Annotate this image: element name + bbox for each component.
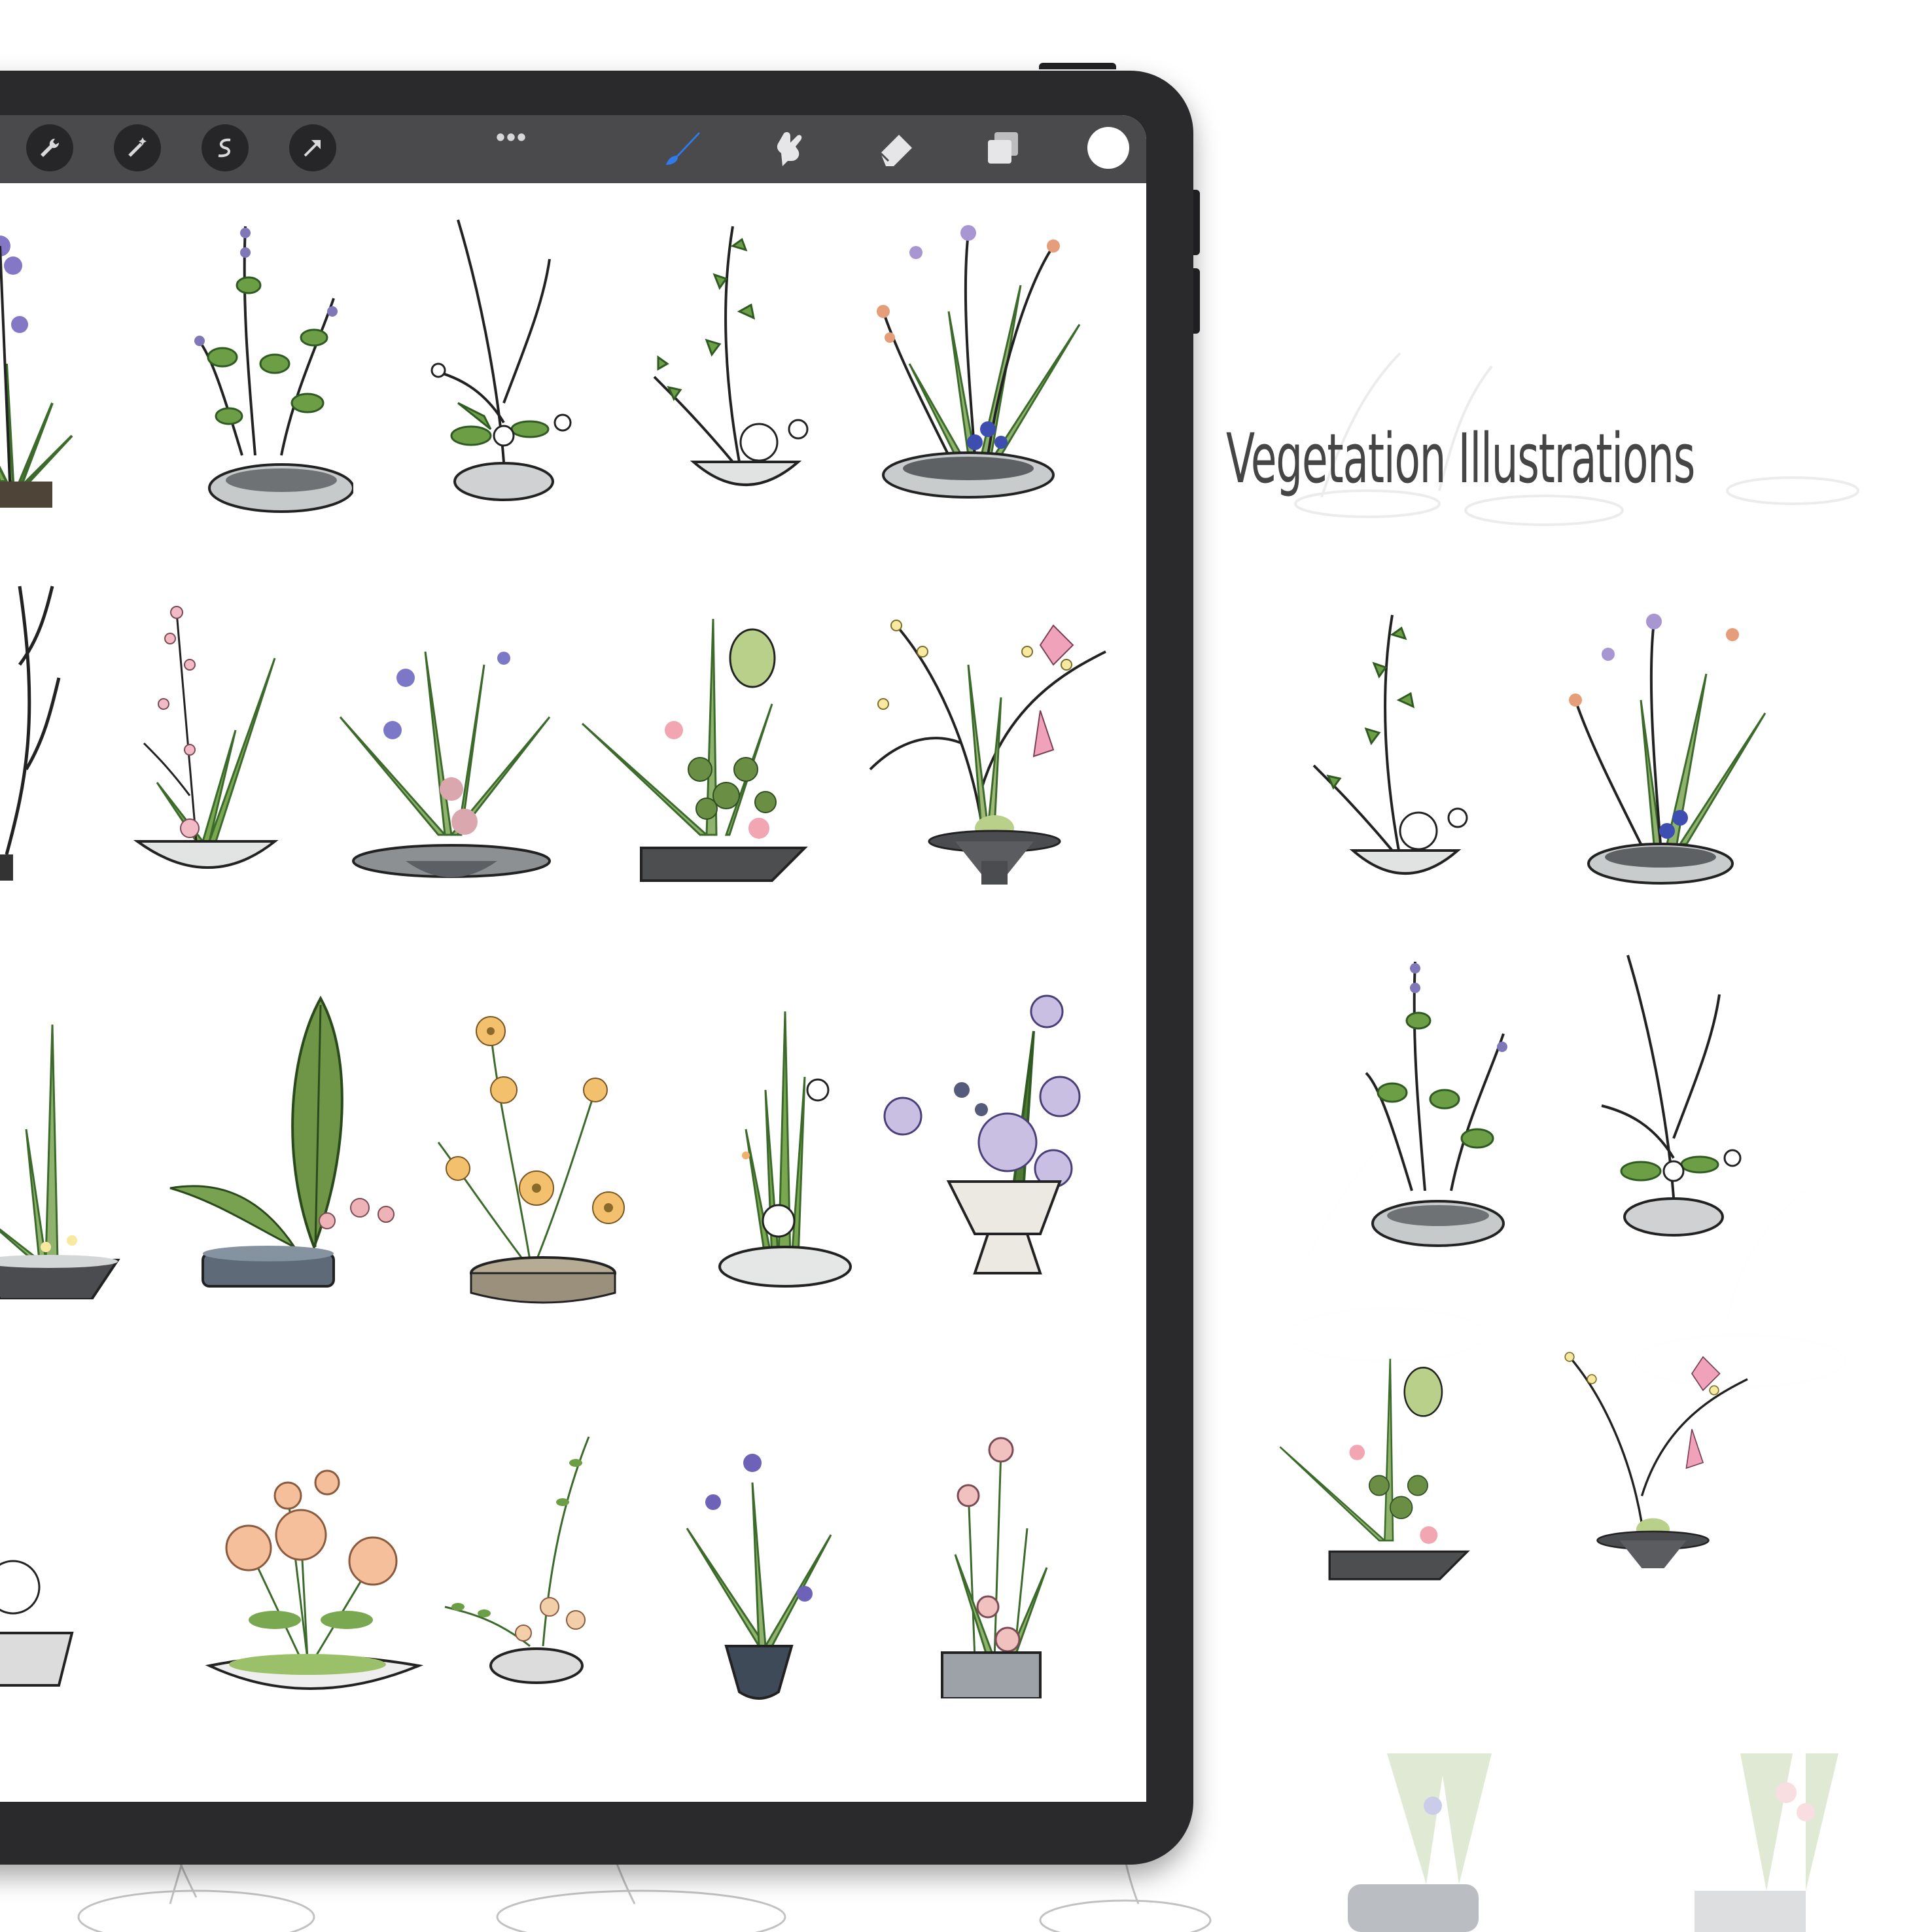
- plant-illustration[interactable]: [0, 1424, 105, 1698]
- tablet-side-button: [1193, 190, 1200, 255]
- plant-illustration[interactable]: [183, 207, 353, 514]
- magic-wand-icon[interactable]: [114, 124, 161, 171]
- plant-illustration: [1312, 614, 1468, 875]
- plant-illustration[interactable]: [674, 1443, 844, 1705]
- plant-illustration: [1601, 955, 1742, 1237]
- plant-illustration[interactable]: [916, 1424, 1073, 1698]
- app-toolbar: [0, 115, 1146, 183]
- plant-illustration[interactable]: [432, 1424, 641, 1698]
- plant-illustration: [1564, 1352, 1748, 1568]
- color-picker[interactable]: [1087, 127, 1129, 169]
- plant-illustration[interactable]: [0, 573, 79, 881]
- tablet-side-button: [1193, 268, 1200, 334]
- plant-illustration[interactable]: [870, 207, 1106, 508]
- plant-illustration[interactable]: [164, 992, 412, 1293]
- plant-illustration: [1569, 614, 1766, 885]
- plant-illustration: [1279, 1358, 1470, 1581]
- selection-icon[interactable]: [202, 124, 249, 171]
- more-menu-icon[interactable]: •••: [496, 123, 527, 152]
- plant-illustration[interactable]: [0, 998, 144, 1299]
- wrench-icon[interactable]: [26, 124, 73, 171]
- brush-icon[interactable]: [659, 124, 707, 171]
- arrow-cursor-icon[interactable]: [289, 124, 336, 171]
- smudge-icon[interactable]: [765, 124, 813, 171]
- plant-illustration[interactable]: [177, 1456, 438, 1705]
- plant-illustration[interactable]: [576, 573, 824, 887]
- plant-illustration[interactable]: [419, 998, 641, 1306]
- plant-illustration[interactable]: [419, 207, 589, 508]
- layers-icon[interactable]: [980, 124, 1027, 171]
- eraser-icon[interactable]: [873, 124, 920, 171]
- plant-illustration[interactable]: [641, 207, 811, 508]
- plant-illustration[interactable]: [131, 599, 301, 887]
- plant-illustration[interactable]: [857, 573, 1119, 887]
- drawing-canvas[interactable]: [0, 115, 1146, 1802]
- plant-illustration[interactable]: [0, 207, 79, 508]
- preview-card: [1222, 563, 1883, 1753]
- page-title: Vegetation Illustrations: [1226, 419, 1695, 499]
- plant-illustration: [1365, 961, 1507, 1247]
- plant-illustration[interactable]: [327, 586, 576, 887]
- tablet-top-button: [1039, 63, 1116, 69]
- plant-illustration[interactable]: [707, 998, 864, 1299]
- plant-illustration[interactable]: [864, 985, 1112, 1306]
